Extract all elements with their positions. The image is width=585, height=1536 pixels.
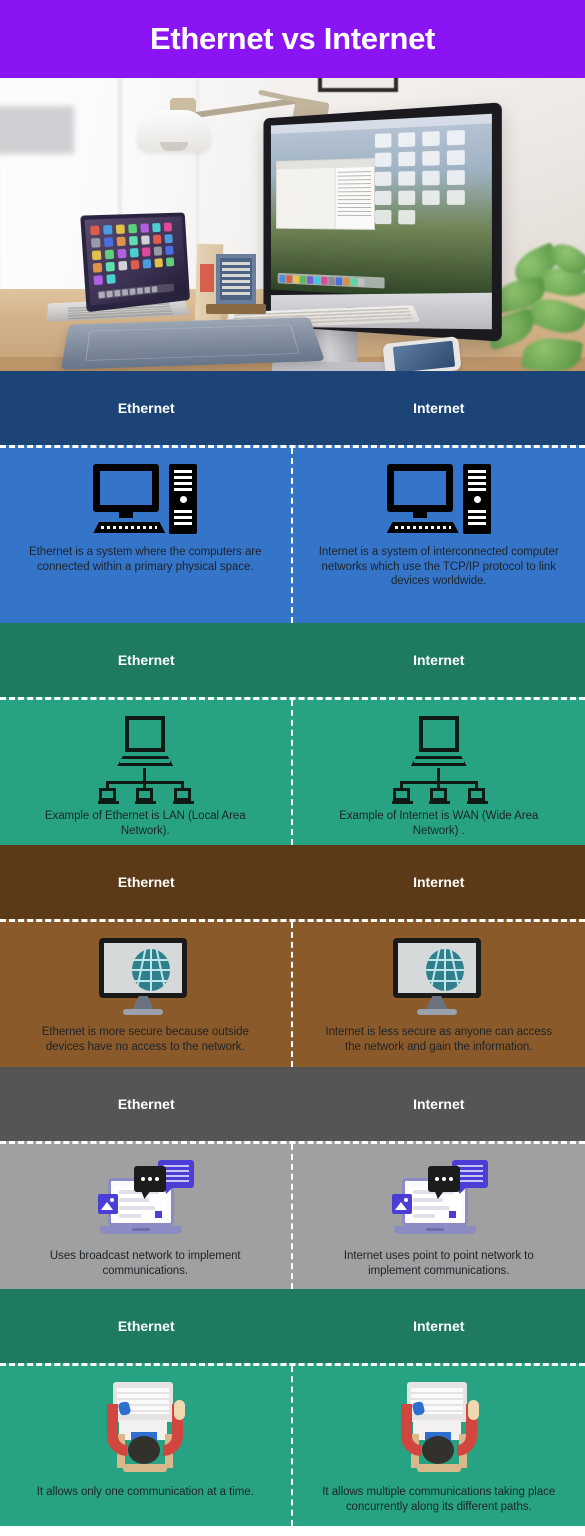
section-header: Ethernet Internet [0, 623, 585, 697]
hero-mini-frame-art [222, 262, 250, 296]
section2-left-header: Ethernet [117, 652, 175, 668]
section3-right-cell: Internet is less secure as anyone can ac… [293, 922, 585, 1067]
section-body: Ethernet is more secure because outside … [0, 919, 585, 1067]
hero-imac:  [250, 102, 502, 342]
section1-left-text: Ethernet is a system where the computers… [29, 546, 262, 573]
desktop-computer-icon [93, 464, 198, 536]
section4-right-text: Internet uses point to point network to … [343, 1250, 534, 1277]
section-body: Example of Ethernet is LAN (Local Area N… [0, 697, 585, 845]
section1-right-cell: Internet is a system of interconnected c… [293, 448, 585, 623]
comparison-section-definition: Ethernet Internet Ethernet is a system w… [0, 371, 585, 623]
desktop-computer-icon [386, 464, 491, 536]
section-body: Uses broadcast network to implement comm… [0, 1141, 585, 1289]
hero-image:  [0, 78, 585, 371]
person-at-laptop-icon [391, 1382, 487, 1476]
section5-left-cell: It allows only one communication at a ti… [0, 1366, 293, 1526]
section4-right-header: Internet [413, 1096, 465, 1112]
hero-laptop [46, 212, 196, 322]
section3-right-header: Internet [413, 874, 465, 890]
section-body: Ethernet is a system where the computers… [0, 445, 585, 623]
person-at-laptop-icon [97, 1382, 193, 1476]
section4-left-text: Uses broadcast network to implement comm… [49, 1250, 241, 1277]
section1-right-header: Internet [413, 400, 465, 416]
comparison-section-example: Ethernet Internet Example of Ethernet is… [0, 623, 585, 845]
hero-book-label [200, 264, 214, 292]
section5-left-text: It allows only one communication at a ti… [36, 1486, 254, 1498]
section3-left-text: Ethernet is more secure because outside … [41, 1026, 249, 1053]
comparison-section-concurrency: Ethernet Internet It allows only one com… [0, 1289, 585, 1526]
section1-left-cell: Ethernet is a system where the computers… [0, 448, 293, 623]
section2-right-header: Internet [413, 652, 465, 668]
hero-graphics-tablet [60, 317, 325, 370]
hero-mini-frame-stand [206, 304, 266, 314]
section-header: Ethernet Internet [0, 1289, 585, 1363]
section3-left-header: Ethernet [117, 874, 175, 890]
section-header: Ethernet Internet [0, 371, 585, 445]
section4-right-cell: Internet uses point to point network to … [293, 1144, 585, 1289]
section-body: It allows only one communication at a ti… [0, 1363, 585, 1526]
comparison-section-security: Ethernet Internet Ethernet is more secur… [0, 845, 585, 1067]
monitor-globe-icon [392, 938, 485, 1016]
section5-left-header: Ethernet [117, 1318, 175, 1334]
hero-imac-foot [272, 362, 388, 371]
section3-right-text: Internet is less secure as anyone can ac… [325, 1026, 553, 1053]
section1-left-header: Ethernet [117, 400, 175, 416]
laptop-chat-icon [384, 1160, 494, 1240]
comparison-section-communication-method: Ethernet Internet Uses broadcast network… [0, 1067, 585, 1289]
section2-left-cell: Example of Ethernet is LAN (Local Area N… [0, 700, 293, 845]
section2-right-text: Example of Internet is WAN (Wide Area Ne… [339, 810, 539, 837]
laptop-chat-icon [90, 1160, 200, 1240]
section5-right-cell: It allows multiple communications taking… [293, 1366, 585, 1526]
section1-right-text: Internet is a system of interconnected c… [318, 546, 559, 587]
monitor-globe-icon [99, 938, 191, 1016]
section5-right-header: Internet [413, 1318, 465, 1334]
section3-left-cell: Ethernet is more secure because outside … [0, 922, 293, 1067]
network-topology-icon [389, 716, 489, 804]
section4-left-cell: Uses broadcast network to implement comm… [0, 1144, 293, 1289]
section2-left-text: Example of Ethernet is LAN (Local Area N… [44, 810, 246, 837]
hero-wall-panel [0, 106, 74, 154]
section-header: Ethernet Internet [0, 845, 585, 919]
section5-right-text: It allows multiple communications taking… [322, 1486, 556, 1513]
infographic-page: Ethernet vs Internet Ethernet Internet E… [0, 0, 585, 1536]
page-title: Ethernet vs Internet [149, 21, 436, 56]
network-topology-icon [95, 716, 195, 804]
section-header: Ethernet Internet [0, 1067, 585, 1141]
section2-right-cell: Example of Internet is WAN (Wide Area Ne… [293, 700, 585, 845]
hero-wall-picture-frame [318, 78, 398, 92]
section4-left-header: Ethernet [117, 1096, 175, 1112]
title-banner: Ethernet vs Internet [0, 0, 585, 78]
